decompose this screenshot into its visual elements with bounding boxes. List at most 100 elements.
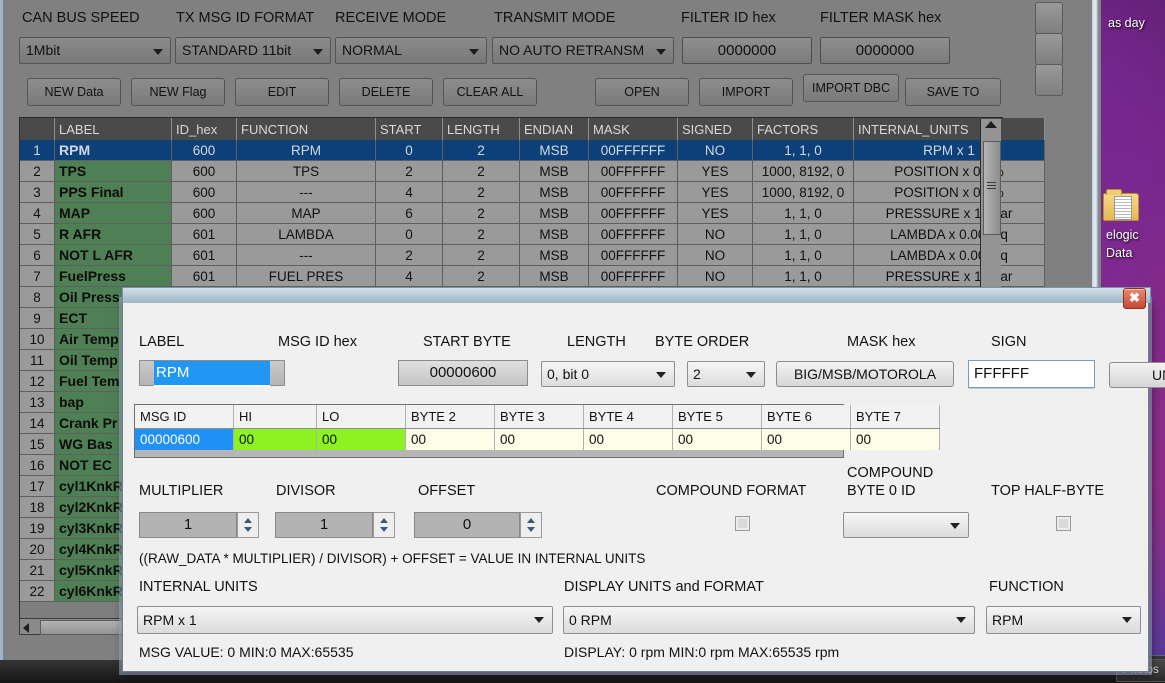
byte-cell[interactable]: 00000600 xyxy=(135,429,234,451)
desktop-icon-label-2[interactable]: elogic xyxy=(1106,228,1139,242)
compound-format-checkbox[interactable] xyxy=(735,516,750,531)
multiplier-spin-buttons[interactable] xyxy=(237,512,259,538)
spin-up-icon[interactable] xyxy=(380,518,388,523)
table-col-header[interactable]: MASK xyxy=(589,118,678,140)
table-cell: 1, 1, 0 xyxy=(753,245,854,266)
clear-all-button[interactable]: CLEAR ALL xyxy=(443,78,537,106)
table-row[interactable]: 7FuelPress601FUEL PRES42MSB00FFFFFFNO1, … xyxy=(20,266,1045,287)
top-half-byte-checkbox[interactable] xyxy=(1056,516,1071,531)
table-cell: RPM xyxy=(237,140,376,161)
checkbox-inner xyxy=(1059,519,1068,528)
start-byte-select[interactable]: 0, bit 0 xyxy=(541,361,675,387)
table-row[interactable]: 1RPM600RPM02MSB00FFFFFFNO1, 1, 0RPM x 1 xyxy=(20,140,1045,161)
table-row[interactable]: 6NOT L AFR601---22MSB00FFFFFFNO1, 1, 0LA… xyxy=(20,245,1045,266)
scroll-left-arrow-icon[interactable] xyxy=(23,623,29,633)
filter-mask-hex-field[interactable]: 0000000 xyxy=(820,37,950,64)
multiplier-value[interactable]: 1 xyxy=(139,512,237,538)
table-cell: PPS Final xyxy=(55,182,172,203)
table-row[interactable]: 4MAP600MAP62MSB00FFFFFFYES1, 1, 0PRESSUR… xyxy=(20,203,1045,224)
display-status-text: DISPLAY: 0 rpm MIN:0 rpm MAX:65535 rpm xyxy=(564,644,839,660)
mask-hex-input[interactable]: FFFFFF xyxy=(968,360,1095,388)
display-units-select[interactable]: 0 RPM xyxy=(563,606,975,634)
byte-cell[interactable]: 00 xyxy=(234,429,317,451)
save-to-button[interactable]: SAVE TO xyxy=(905,78,1001,106)
msg-id-hex-field[interactable]: 00000600 xyxy=(398,360,528,386)
table-col-header[interactable]: FUNCTION xyxy=(237,118,376,140)
divisor-value[interactable]: 1 xyxy=(275,512,373,538)
table-col-header[interactable]: ID_hex xyxy=(172,118,237,140)
desktop-icon-label-1[interactable]: as day xyxy=(1108,16,1145,30)
table-cell: 13 xyxy=(20,392,55,413)
edit-button[interactable]: EDIT xyxy=(235,78,329,106)
table-col-header[interactable]: START xyxy=(376,118,443,140)
receive-mode-select[interactable]: NORMAL xyxy=(335,37,487,64)
byte-cell[interactable]: 00 xyxy=(584,429,673,451)
multiplier-stepper[interactable]: 1 xyxy=(139,512,259,538)
tx-msg-id-format-select[interactable]: STANDARD 11bit xyxy=(175,37,331,64)
byte-cell[interactable]: 00 xyxy=(317,429,406,451)
label-input[interactable]: RPM xyxy=(154,361,270,387)
label-input-wrapper[interactable]: RPM xyxy=(139,360,285,386)
import-button[interactable]: IMPORT xyxy=(699,78,793,106)
divisor-spin-buttons[interactable] xyxy=(373,512,395,538)
sign-button[interactable]: UNSIGNED xyxy=(1109,362,1165,388)
table-cell: TPS xyxy=(237,161,376,182)
table-cell: 2 xyxy=(443,245,520,266)
table-col-header[interactable] xyxy=(20,118,55,140)
compound-byte0-id-select[interactable] xyxy=(843,512,969,538)
close-icon[interactable]: ✖ xyxy=(1123,288,1146,309)
table-col-header[interactable]: SIGNED xyxy=(678,118,753,140)
scroll-up-arrow-icon[interactable] xyxy=(985,121,997,128)
divisor-stepper[interactable]: 1 xyxy=(275,512,395,538)
table-col-header[interactable]: INTERNAL_UNITS xyxy=(854,118,1045,140)
new-data-button[interactable]: NEW Data xyxy=(27,78,121,106)
side-button-1[interactable] xyxy=(1035,2,1063,34)
internal-units-select[interactable]: RPM x 1 xyxy=(137,606,553,634)
table-row[interactable]: 5R AFR601LAMBDA02MSB00FFFFFFNO1, 1, 0LAM… xyxy=(20,224,1045,245)
side-button-3[interactable] xyxy=(1035,64,1063,96)
byte-cell[interactable]: 00 xyxy=(762,429,851,451)
table-col-header[interactable]: LENGTH xyxy=(443,118,520,140)
can-bus-speed-select[interactable]: 1Mbit xyxy=(19,37,171,64)
table-col-header[interactable]: ENDIAN xyxy=(520,118,589,140)
offset-value[interactable]: 0 xyxy=(414,512,520,538)
new-flag-button[interactable]: NEW Flag xyxy=(131,78,225,106)
table-row[interactable]: 2TPS600TPS22MSB00FFFFFFYES1000, 8192, 0P… xyxy=(20,161,1045,182)
spin-down-icon[interactable] xyxy=(527,527,535,532)
side-button-2[interactable] xyxy=(1035,33,1063,65)
table-cell: 4 xyxy=(376,266,443,287)
table-cell: R AFR xyxy=(55,224,172,245)
byte-cell[interactable]: 00 xyxy=(851,429,940,451)
table-cell: NO xyxy=(678,266,753,287)
length-select[interactable]: 2 xyxy=(687,361,765,387)
transmit-mode-select[interactable]: NO AUTO RETRANSM xyxy=(492,37,674,64)
chevron-down-icon xyxy=(656,49,666,55)
spin-down-icon[interactable] xyxy=(380,527,388,532)
vertical-scroll-thumb[interactable] xyxy=(983,141,1001,235)
offset-stepper[interactable]: 0 xyxy=(414,512,542,538)
table-cell: MSB xyxy=(520,224,589,245)
filter-id-hex-field[interactable]: 0000000 xyxy=(682,37,812,64)
spin-up-icon[interactable] xyxy=(527,518,535,523)
desktop-icon-label-3[interactable]: Data xyxy=(1106,246,1132,260)
table-row[interactable]: 3PPS Final600---42MSB00FFFFFFYES1000, 81… xyxy=(20,182,1045,203)
spin-up-icon[interactable] xyxy=(244,518,252,523)
byte-order-button[interactable]: BIG/MSB/MOTOROLA xyxy=(776,361,954,387)
byte-cell[interactable]: 00 xyxy=(495,429,584,451)
function-select[interactable]: RPM xyxy=(986,606,1141,634)
spin-down-icon[interactable] xyxy=(244,527,252,532)
byte-cell[interactable]: 00 xyxy=(406,429,495,451)
table-cell: 00FFFFFF xyxy=(589,224,678,245)
byte-layout-grid[interactable]: MSG IDHILOBYTE 2BYTE 3BYTE 4BYTE 5BYTE 6… xyxy=(134,404,844,458)
dialog-title-bar[interactable] xyxy=(122,287,1151,303)
offset-spin-buttons[interactable] xyxy=(520,512,542,538)
table-cell: 7 xyxy=(20,266,55,287)
table-col-header[interactable]: LABEL xyxy=(55,118,172,140)
table-col-header[interactable]: FACTORS xyxy=(753,118,854,140)
byte-cell[interactable]: 00 xyxy=(673,429,762,451)
table-cell: 600 xyxy=(172,140,237,161)
import-dbc-button[interactable]: IMPORT DBC xyxy=(803,74,899,102)
open-button[interactable]: OPEN xyxy=(595,78,689,106)
delete-button[interactable]: DELETE xyxy=(339,78,433,106)
table-cell: PRESSURE x 1mbar xyxy=(854,266,1045,287)
